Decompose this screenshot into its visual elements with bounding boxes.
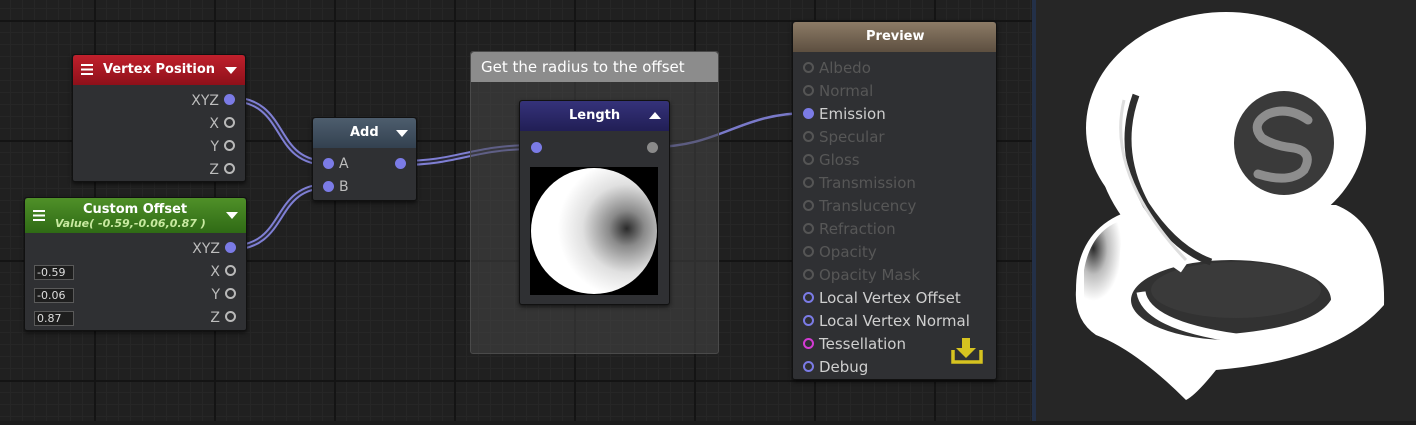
port-label-emission: Emission [819, 105, 886, 123]
port-label-z: Z [209, 162, 219, 178]
comment-title: Get the radius to the offset [481, 58, 685, 76]
port-debug-input[interactable] [803, 361, 814, 372]
port-y-output[interactable] [225, 288, 236, 299]
port-a-input[interactable] [323, 158, 334, 169]
chevron-down-icon[interactable] [225, 67, 237, 74]
port-local-vertex-offset-input[interactable] [803, 292, 814, 303]
chevron-down-icon[interactable] [226, 212, 238, 219]
length-preview [530, 167, 658, 295]
port-local-vertex-normal-input[interactable] [803, 315, 814, 326]
port-label-specular: Specular [819, 128, 885, 146]
port-label-gloss: Gloss [819, 151, 860, 169]
output-node[interactable]: Preview Albedo Normal Emission Specular Glos… [792, 21, 997, 380]
port-albedo-input[interactable] [803, 62, 814, 73]
chevron-down-icon[interactable] [396, 130, 408, 137]
result-output[interactable] [395, 158, 406, 169]
port-b-input[interactable] [323, 181, 334, 192]
length-input[interactable] [531, 142, 542, 153]
port-label-opacity: Opacity [819, 243, 877, 261]
port-y-output[interactable] [224, 140, 235, 151]
port-label-local-vertex-offset: Local Vertex Offset [819, 289, 961, 307]
port-label-x: X [209, 116, 219, 132]
port-label-debug: Debug [819, 358, 869, 376]
port-label-xyz: XYZ [192, 241, 220, 257]
port-label-normal: Normal [819, 82, 874, 100]
comment-header[interactable]: Get the radius to the offset [471, 52, 718, 82]
port-x-output[interactable] [225, 265, 236, 276]
node-title: Vertex Position [103, 62, 216, 77]
port-opacity-input[interactable] [803, 246, 814, 257]
port-label-local-vertex-normal: Local Vertex Normal [819, 312, 970, 330]
port-tessellation-input[interactable] [803, 338, 814, 349]
port-label-b: B [339, 179, 349, 195]
port-gloss-input[interactable] [803, 154, 814, 165]
port-label-translucency: Translucency [819, 197, 917, 215]
preview-pane[interactable] [1036, 0, 1416, 421]
port-label-opacity-mask: Opacity Mask [819, 266, 921, 284]
port-label-a: A [339, 156, 349, 172]
length-header[interactable]: Length [520, 101, 669, 131]
port-xyz-output[interactable] [224, 94, 235, 105]
port-z-output[interactable] [224, 163, 235, 174]
length-node[interactable]: Length [519, 100, 670, 305]
vertex-position-node[interactable]: Vertex Position XYZ X Y Z [72, 54, 246, 182]
port-refraction-input[interactable] [803, 223, 814, 234]
port-label-x: X [210, 264, 220, 280]
port-label-xyz: XYZ [191, 93, 219, 109]
port-transmission-input[interactable] [803, 177, 814, 188]
offset-x-field[interactable]: -0.59 [34, 265, 74, 280]
port-label-y: Y [210, 139, 219, 155]
length-output[interactable] [647, 142, 658, 153]
port-label-transmission: Transmission [819, 174, 916, 192]
download-icon[interactable] [950, 336, 986, 368]
add-node[interactable]: Add A B [312, 117, 417, 201]
menu-icon[interactable] [33, 210, 45, 221]
vertex-position-header[interactable]: Vertex Position [73, 55, 245, 85]
port-label-refraction: Refraction [819, 220, 896, 238]
port-translucency-input[interactable] [803, 200, 814, 211]
node-title: Preview [866, 29, 925, 44]
port-specular-input[interactable] [803, 131, 814, 142]
port-label-albedo: Albedo [819, 59, 871, 77]
port-emission-input[interactable] [803, 108, 814, 119]
port-z-output[interactable] [225, 311, 236, 322]
port-x-output[interactable] [224, 117, 235, 128]
port-label-y: Y [211, 287, 220, 303]
port-opacity-mask-input[interactable] [803, 269, 814, 280]
menu-icon[interactable] [81, 64, 93, 75]
node-title: Add [350, 125, 379, 140]
add-header[interactable]: Add [313, 118, 416, 148]
node-title: Custom Offset [83, 202, 188, 217]
port-label-z: Z [210, 310, 220, 326]
offset-z-field[interactable]: 0.87 [34, 311, 74, 326]
custom-offset-header[interactable]: Custom Offset Value( -0.59,-0.06,0.87 ) [25, 198, 246, 233]
shaderforge-logo [1234, 91, 1334, 195]
port-xyz-output[interactable] [225, 242, 236, 253]
custom-offset-node[interactable]: Custom Offset Value( -0.59,-0.06,0.87 ) … [24, 197, 247, 331]
node-subtitle: Value( -0.59,-0.06,0.87 ) [55, 217, 206, 230]
preview-header[interactable]: Preview [793, 22, 996, 52]
port-label-tessellation: Tessellation [819, 335, 906, 353]
node-title: Length [569, 108, 621, 123]
offset-y-field[interactable]: -0.06 [34, 288, 74, 303]
chevron-up-icon[interactable] [649, 112, 661, 119]
preview-3d-view[interactable] [1036, 0, 1416, 421]
port-normal-input[interactable] [803, 85, 814, 96]
